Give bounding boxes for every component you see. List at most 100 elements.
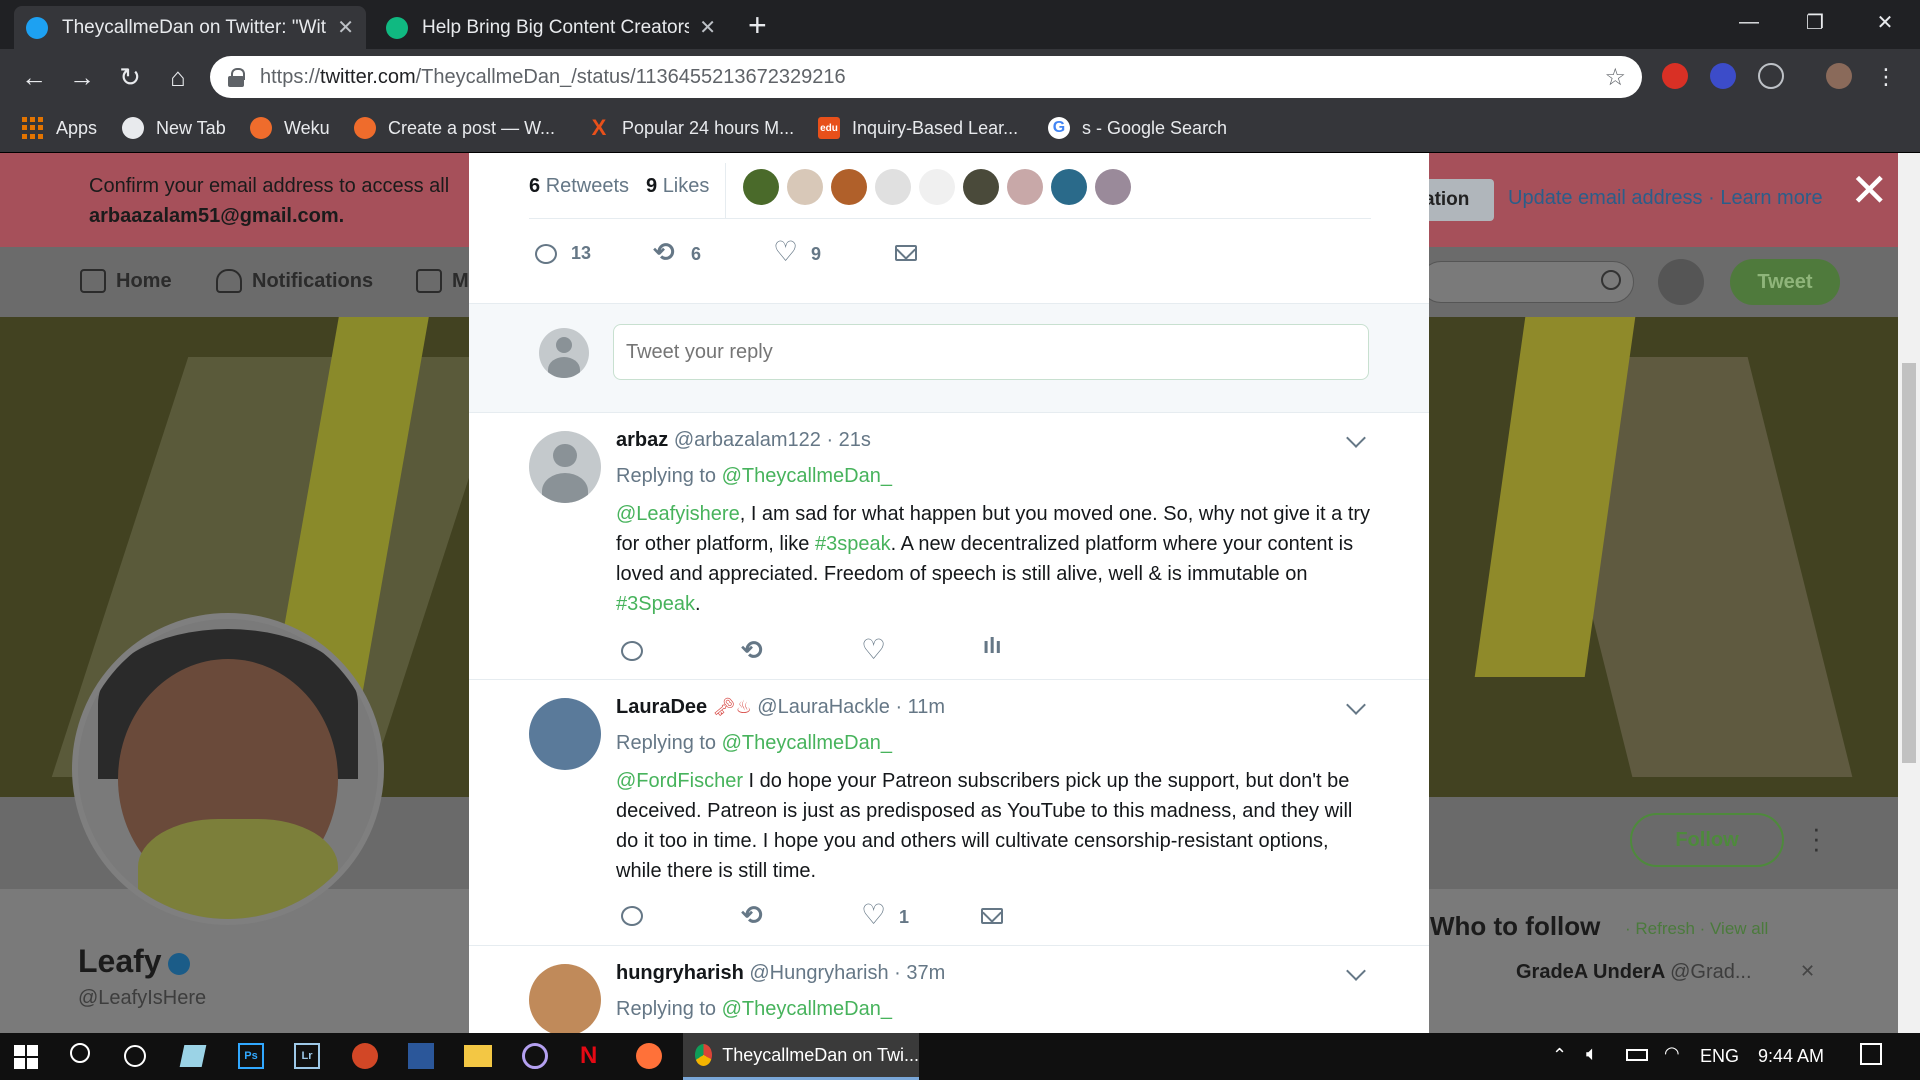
wtf-suggestion[interactable]: GradeA UnderA @Grad...: [1516, 961, 1752, 984]
like-action[interactable]: 9: [773, 235, 821, 268]
banner-links[interactable]: Update email address · Learn more: [1508, 187, 1823, 210]
liker-avatar[interactable]: [1051, 169, 1087, 205]
more-options-icon[interactable]: · · ·: [1812, 815, 1821, 861]
analytics-action[interactable]: [983, 633, 1013, 661]
profile-avatar[interactable]: [72, 613, 384, 925]
bookmark-popular[interactable]: X Popular 24 hours M...: [588, 115, 794, 140]
avatar[interactable]: [1658, 259, 1704, 305]
mention-link[interactable]: @FordFischer: [616, 770, 743, 792]
chevron-up-icon[interactable]: ⌃: [1552, 1045, 1567, 1066]
liker-avatar[interactable]: [743, 169, 779, 205]
wifi-icon[interactable]: ◠: [1664, 1043, 1680, 1064]
forward-button[interactable]: →: [62, 57, 102, 97]
notifications-icon[interactable]: [1860, 1043, 1882, 1065]
powerpoint-icon[interactable]: [352, 1043, 378, 1069]
profile-avatar-icon[interactable]: [1826, 63, 1852, 89]
user-handle[interactable]: @LauraHackle: [757, 696, 890, 718]
bookmark-inquiry[interactable]: edu Inquiry-Based Lear...: [818, 117, 1018, 139]
close-tab-icon[interactable]: ✕: [337, 15, 354, 40]
liker-avatar[interactable]: [1095, 169, 1131, 205]
bookmark-star-icon[interactable]: ☆: [1604, 63, 1626, 92]
retweet-action[interactable]: [741, 635, 779, 666]
windows-start-icon[interactable]: [14, 1045, 38, 1069]
avatar[interactable]: [529, 698, 601, 770]
bookmark-apps[interactable]: Apps: [22, 117, 97, 139]
minimize-button[interactable]: —: [1716, 0, 1782, 44]
scrollbar-thumb[interactable]: [1902, 363, 1916, 763]
likes-stat[interactable]: 9 Likes: [646, 175, 709, 198]
user-handle[interactable]: @arbazalam122: [674, 429, 821, 451]
liker-avatar[interactable]: [875, 169, 911, 205]
scrollbar[interactable]: [1898, 153, 1920, 1033]
address-bar[interactable]: https:// twitter.com /TheycallmeDan_/sta…: [210, 56, 1642, 98]
reply-input[interactable]: [613, 324, 1369, 380]
dm-action[interactable]: [895, 245, 931, 261]
liker-avatar[interactable]: [787, 169, 823, 205]
retweet-action[interactable]: [741, 900, 779, 931]
liker-avatar[interactable]: [1007, 169, 1043, 205]
file-explorer-icon[interactable]: [464, 1045, 492, 1067]
bookmark-new-tab[interactable]: New Tab: [122, 117, 226, 139]
word-icon[interactable]: [408, 1043, 434, 1069]
user-handle[interactable]: @Hungryharish: [749, 962, 888, 984]
reload-button[interactable]: ↻: [110, 57, 150, 97]
volume-icon[interactable]: 🔈︎: [1586, 1043, 1598, 1066]
user-name[interactable]: LauraDee: [616, 696, 707, 718]
tab-content-creators[interactable]: Help Bring Big Content Creators ✕: [374, 6, 728, 49]
nav-messages[interactable]: M: [416, 269, 469, 293]
tweet-time[interactable]: · 37m: [894, 962, 945, 984]
liker-avatar[interactable]: [919, 169, 955, 205]
bookmark-weku[interactable]: Weku: [250, 117, 330, 139]
tweet-time[interactable]: · 11m: [895, 696, 945, 718]
cortana-icon[interactable]: [124, 1045, 146, 1067]
tweet-button[interactable]: Tweet: [1730, 259, 1840, 305]
search-icon[interactable]: [70, 1043, 90, 1063]
close-tab-icon[interactable]: ✕: [699, 15, 716, 40]
dm-action[interactable]: [981, 908, 1017, 924]
retweet-action[interactable]: 6: [653, 237, 701, 268]
battery-icon[interactable]: [1626, 1049, 1648, 1061]
tab-twitter[interactable]: TheycallmeDan on Twitter: "With ✕: [14, 6, 366, 49]
confirm-button[interactable]: ation: [1420, 179, 1494, 221]
user-name[interactable]: hungryharish: [616, 962, 744, 984]
firefox-icon[interactable]: [636, 1043, 662, 1069]
retweets-stat[interactable]: 6 Retweets: [529, 175, 629, 198]
reply-action[interactable]: 13: [535, 243, 591, 264]
nav-home[interactable]: Home: [80, 269, 172, 293]
chevron-down-icon[interactable]: [1346, 428, 1366, 448]
netflix-icon[interactable]: N: [580, 1043, 604, 1069]
extension-icon[interactable]: [1662, 63, 1688, 89]
lightroom-icon[interactable]: Lr: [294, 1043, 320, 1069]
new-tab-button[interactable]: +: [748, 9, 767, 41]
search-input[interactable]: [1420, 261, 1634, 303]
taskbar-chrome-button[interactable]: TheycallmeDan on Twi...: [683, 1033, 919, 1080]
tweet-time[interactable]: · 21s: [826, 429, 870, 451]
restore-button[interactable]: ❐: [1782, 0, 1848, 44]
app-icon[interactable]: [179, 1045, 207, 1067]
dismiss-icon[interactable]: ✕: [1800, 961, 1815, 982]
language-indicator[interactable]: ENG: [1700, 1046, 1739, 1067]
back-button[interactable]: ←: [14, 57, 54, 97]
extension-block-icon[interactable]: [1710, 63, 1736, 89]
mention-link[interactable]: @Leafyishere: [616, 503, 740, 525]
liker-avatar[interactable]: [963, 169, 999, 205]
close-window-button[interactable]: ✕: [1852, 0, 1918, 44]
user-name[interactable]: arbaz: [616, 429, 668, 451]
home-button[interactable]: ⌂: [158, 57, 198, 97]
reply-tweet[interactable]: LauraDee 🗝♨ @LauraHackle · 11m Replying …: [469, 680, 1429, 946]
liker-avatar[interactable]: [831, 169, 867, 205]
reply-action[interactable]: [621, 906, 657, 926]
avatar[interactable]: [529, 431, 601, 503]
reply-tweet[interactable]: arbaz @arbazalam122 · 21s Replying to @T…: [469, 413, 1429, 680]
clock[interactable]: 9:44 AM: [1758, 1046, 1824, 1067]
hashtag-link[interactable]: #3speak: [815, 533, 891, 555]
chevron-down-icon[interactable]: [1346, 695, 1366, 715]
wtf-links[interactable]: · Refresh · View all: [1625, 919, 1768, 939]
history-icon[interactable]: [1758, 63, 1784, 89]
avatar[interactable]: [529, 964, 601, 1033]
close-modal-icon[interactable]: ✕: [1850, 167, 1889, 213]
nav-notifications[interactable]: Notifications: [216, 269, 373, 293]
photoshop-icon[interactable]: Ps: [238, 1043, 264, 1069]
like-action[interactable]: 1: [861, 898, 909, 931]
hashtag-link[interactable]: #3Speak: [616, 593, 695, 615]
